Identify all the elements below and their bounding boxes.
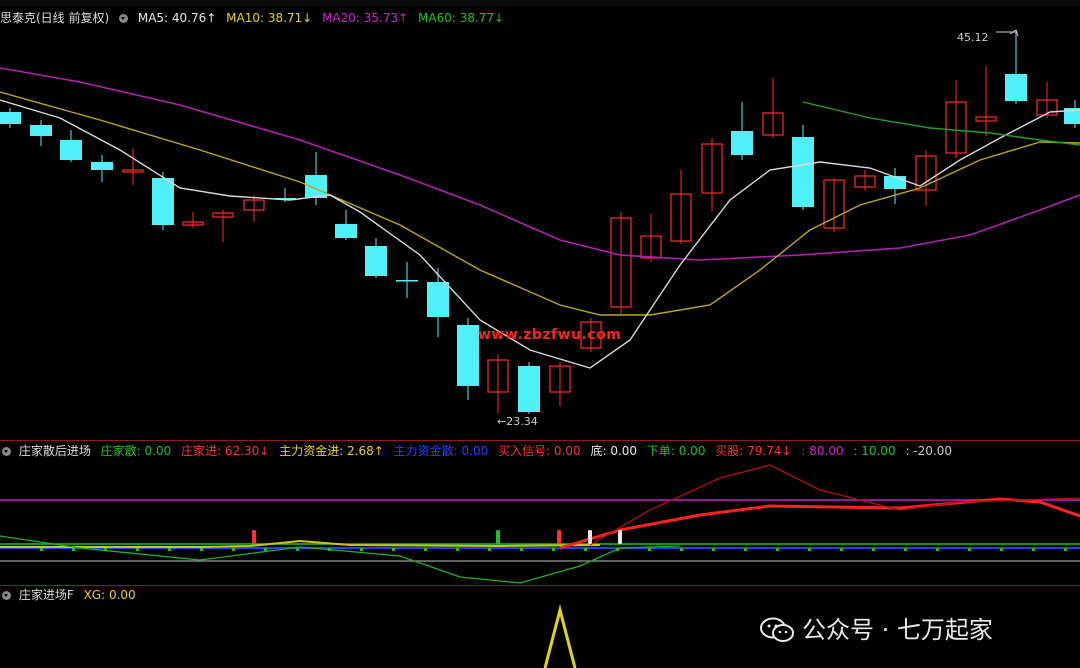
collapse-icon[interactable] — [119, 14, 129, 23]
dealer-line — [589, 464, 1080, 546]
dot-marker — [1032, 548, 1035, 551]
high-price-label: 45.12 — [957, 31, 989, 44]
dot-marker — [680, 548, 683, 551]
dot-marker — [808, 548, 811, 551]
dot-marker — [968, 548, 971, 551]
dot-marker — [424, 548, 427, 551]
dot-marker — [392, 548, 395, 551]
signal-bar — [557, 530, 561, 544]
brand-text: 公众号 · 七万起家 — [802, 616, 993, 644]
candle-body-down — [1005, 74, 1027, 101]
ind2-xg: XG: 0.00 — [83, 588, 136, 602]
ind1-zjs: 庄家散: 0.00 — [100, 444, 172, 458]
ma5-value: MA5: 40.76↑ — [137, 11, 217, 25]
indicator2-title: 庄家进场F — [18, 588, 74, 602]
ind1-80: : 80.00 — [801, 444, 844, 458]
dot-marker — [552, 548, 555, 551]
ind1-zjj: 庄家进: 62.30↓ — [181, 444, 270, 458]
dot-marker — [456, 548, 459, 551]
candle-body-down — [0, 112, 21, 124]
high-marker-line — [996, 31, 1017, 40]
main-chart-header: 思泰克(日线 前复权) MA5: 40.76↑ MA10: 38.71↓ MA2… — [0, 10, 504, 26]
signal-bar — [618, 530, 622, 544]
buy-line — [559, 497, 1080, 550]
ma20-value: MA20: 35.73↑ — [322, 11, 409, 25]
watermark: www.zbzfwu.com — [478, 327, 622, 343]
dot-marker — [840, 548, 843, 551]
dot-marker — [776, 548, 779, 551]
candle-body-down — [305, 175, 327, 198]
indicator1-header: 庄家散后进场 庄家散: 0.00 庄家进: 62.30↓ 主力资金进: 2.68… — [0, 443, 952, 459]
dot-marker — [616, 548, 619, 551]
dot-marker — [72, 548, 75, 551]
collapse-icon[interactable] — [2, 447, 11, 456]
candle-body-down — [518, 366, 540, 412]
wechat-brand: 公众号 · 七万起家 — [760, 610, 993, 645]
candle-body-down — [792, 137, 814, 207]
dot-marker — [584, 548, 587, 551]
dot-marker — [328, 548, 331, 551]
indicator1-chart[interactable] — [0, 460, 1080, 585]
dot-marker — [296, 548, 299, 551]
ind1-xd: 下单: 0.00 — [646, 444, 706, 458]
dot-marker — [520, 548, 523, 551]
wechat-icon — [760, 617, 794, 642]
candle-body-down — [396, 280, 418, 282]
dot-marker — [104, 548, 107, 551]
signal-bar — [588, 530, 592, 544]
signal-bar — [496, 530, 500, 544]
ma60-value: MA60: 38.77↓ — [418, 11, 505, 25]
panel-divider — [0, 440, 1080, 441]
dot-marker — [872, 548, 875, 551]
dot-marker — [136, 548, 139, 551]
candle-body-down — [365, 246, 387, 276]
dot-marker — [712, 548, 715, 551]
dot-marker — [1000, 548, 1003, 551]
xg-signal — [543, 604, 577, 668]
ma60-line — [802, 101, 1080, 146]
collapse-icon[interactable] — [2, 591, 11, 600]
ma10-value: MA10: 38.71↓ — [226, 11, 313, 25]
toolbar-strip[interactable] — [0, 0, 1080, 6]
dot-marker — [168, 548, 171, 551]
ind1-mg: 买股: 79.74↓ — [715, 444, 792, 458]
indicator2-header: 庄家进场F XG: 0.00 — [0, 587, 136, 603]
stock-title: 思泰克(日线 前复权) — [0, 11, 110, 25]
ind1-m20: : -20.00 — [905, 444, 953, 458]
dot-marker — [936, 548, 939, 551]
low-price-label: ←23.34 — [497, 415, 538, 428]
candle-body-down — [152, 178, 174, 225]
dot-marker — [40, 548, 43, 551]
candle-body-down — [731, 131, 753, 155]
ind1-zlzjj: 主力资金进: 2.68↑ — [279, 444, 384, 458]
high-marker-arrow — [1009, 29, 1019, 37]
dot-marker — [904, 548, 907, 551]
dot-marker — [360, 548, 363, 551]
candle-body-down — [335, 224, 357, 238]
ind1-di: 底: 0.00 — [590, 444, 638, 458]
candle-body-down — [427, 282, 449, 317]
dot-marker — [648, 548, 651, 551]
candle-body-down — [30, 125, 52, 136]
candlestick-chart[interactable] — [0, 28, 1080, 440]
dot-marker — [744, 548, 747, 551]
ind1-10: : 10.00 — [853, 444, 896, 458]
ma20-line — [0, 67, 1080, 261]
dot-marker — [232, 548, 235, 551]
dot-marker — [200, 548, 203, 551]
dot-marker — [488, 548, 491, 551]
dot-marker — [1064, 548, 1067, 551]
candle-body-down — [884, 176, 906, 189]
panel-divider — [0, 585, 1080, 586]
indicator1-title: 庄家散后进场 — [18, 444, 91, 458]
candle-body-down — [457, 325, 479, 386]
candle-body-down — [91, 162, 113, 170]
ind1-mrxh: 买入信号: 0.00 — [498, 444, 581, 458]
signal-bar — [252, 530, 256, 544]
ind1-zlzjs: 主力资金散: 0.00 — [393, 444, 489, 458]
candle-body-down — [60, 140, 82, 160]
dot-marker — [264, 548, 267, 551]
